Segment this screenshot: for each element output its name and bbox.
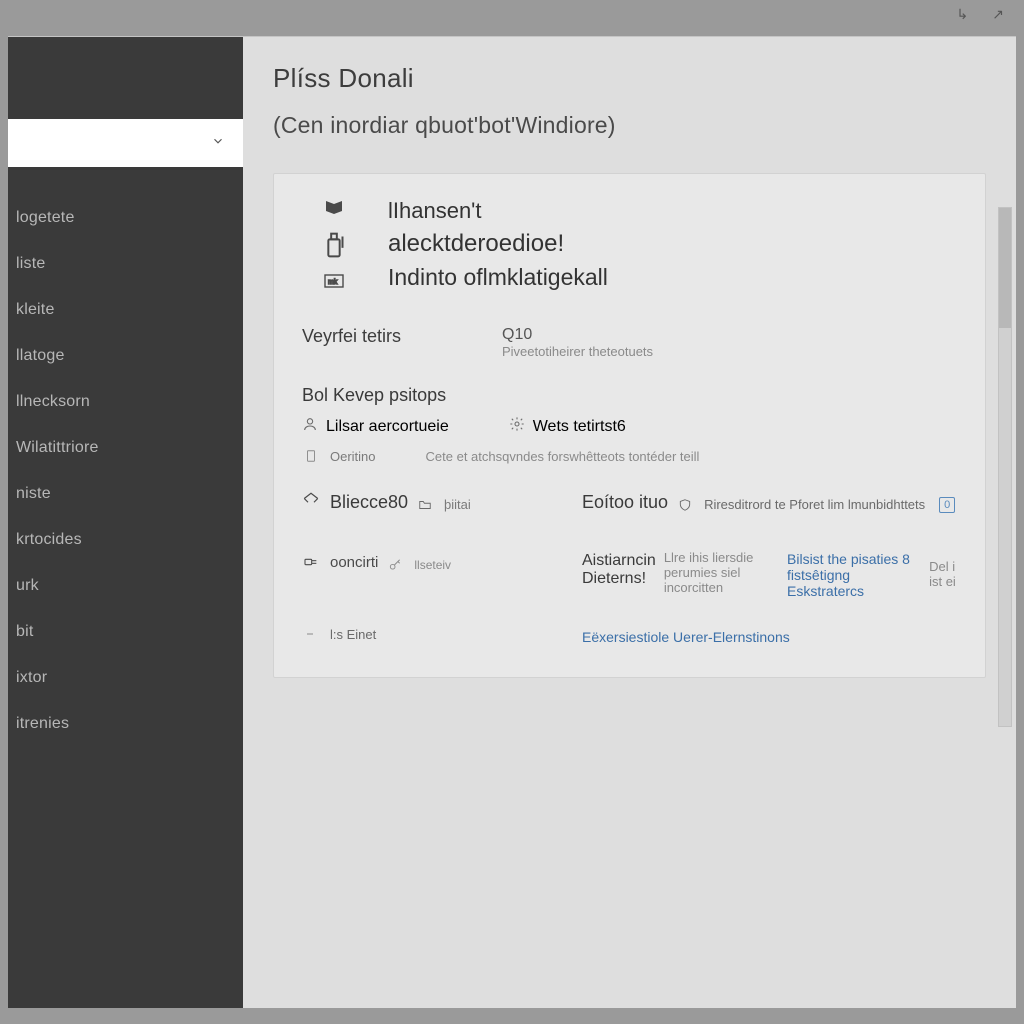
- person-icon: [302, 416, 318, 437]
- document-icon: [302, 447, 320, 465]
- version-row: Veyrfei tetirs Q10 Piveetotiheirer thete…: [302, 326, 957, 359]
- repo-sub-label: Oeritino: [330, 449, 376, 464]
- hero-row: mk lIhansen't alecktderoedioe! Indinto o…: [302, 198, 957, 292]
- sidebar-item-3[interactable]: llatoge: [8, 333, 243, 379]
- version-note: Piveetotiheirer theteotuets: [502, 344, 653, 359]
- footer-left-sub: þiitai: [416, 496, 471, 514]
- sidebar-item-label: urk: [16, 577, 39, 595]
- last-right-link[interactable]: Eёxersiestiole Uerer-Elernstinons: [582, 629, 790, 645]
- advanced-left-row: ooncirti: [302, 553, 378, 571]
- advanced-left-subrow: llseteiv: [386, 556, 451, 574]
- footer-left-title: Bliecce80: [330, 492, 408, 513]
- advanced-title: Aistiarncin Dieterns!: [582, 552, 656, 588]
- sidebar: logetete liste kleite llatoge llnecksorn…: [8, 37, 243, 1008]
- flag-icon: [320, 198, 348, 222]
- last-left: l:s Einet: [302, 625, 376, 643]
- sidebar-item-label: Wilatittriore: [16, 439, 99, 457]
- repo-left-label: Lilsar aercortueie: [326, 418, 449, 436]
- scrollbar-thumb[interactable]: [999, 208, 1011, 328]
- footer-right-sub-label: Riresditrord te Pforet lim lmunbidhttets: [704, 497, 925, 512]
- repo-sub-desc: Cete et atchsqvndes forswhêtteots tontéd…: [426, 449, 700, 464]
- page-subtitle: (Сen inordiar qbuot'bot'Windiore): [273, 112, 986, 139]
- main-content: Plíss Donali (Сen inordiar qbuot'bot'Win…: [243, 37, 1016, 1008]
- dash-icon: [302, 625, 320, 643]
- info-panel: mk lIhansen't alecktderoedioe! Indinto o…: [273, 173, 986, 678]
- badge-count: 0: [939, 497, 955, 513]
- advanced-left-sub-label: llseteiv: [414, 558, 451, 572]
- sidebar-item-label: itrenies: [16, 715, 69, 733]
- sidebar-item-7[interactable]: krtocides: [8, 517, 243, 563]
- key-icon: [386, 556, 404, 574]
- last-section: l:s Einet Eёxersiestiole Uerer-Elernstin…: [302, 625, 957, 649]
- footer-left-title-row: Bliecce80: [302, 491, 408, 514]
- advanced-section: ooncirti llseteiv Aistiarn: [302, 550, 957, 599]
- repo-subrow: Oeritino Cete et atchsqvndes forswhêtteo…: [302, 447, 957, 465]
- app-window: logetete liste kleite llatoge llnecksorn…: [8, 36, 1016, 1008]
- sidebar-item-label: bit: [16, 623, 34, 641]
- folder-icon: [416, 496, 434, 514]
- plug-icon: [302, 553, 320, 571]
- footer-section: Bliecce80 þiitai Eoítoo it: [302, 491, 957, 524]
- hero-text: lIhansen't alecktderoedioe! Indinto oflm…: [388, 198, 608, 292]
- advanced-right-link[interactable]: Bilsist the pisaties 8 fistsêtigng Eskst…: [787, 551, 921, 599]
- hero-icon-stack: mk: [302, 198, 366, 292]
- sidebar-item-label: logetete: [16, 209, 75, 227]
- sidebar-item-10[interactable]: ixtor: [8, 655, 243, 701]
- sidebar-item-label: liste: [16, 255, 45, 273]
- sidebar-item-label: llatoge: [16, 347, 65, 365]
- hero-line3: Indinto oflmklatigekall: [388, 264, 608, 291]
- window-controls: ↳ ↗: [957, 6, 1004, 23]
- sidebar-item-8[interactable]: urk: [8, 563, 243, 609]
- sidebar-item-1[interactable]: liste: [8, 241, 243, 287]
- sidebar-item-label: kleite: [16, 301, 55, 319]
- sidebar-item-9[interactable]: bit: [8, 609, 243, 655]
- repo-row: Lilsar aercortueie Wets tetirtst6: [302, 416, 957, 437]
- scrollbar[interactable]: [998, 207, 1012, 727]
- sidebar-item-label: krtocides: [16, 531, 82, 549]
- sidebar-item-2[interactable]: kleite: [8, 287, 243, 333]
- sidebar-item-5[interactable]: Wilatittriore: [8, 425, 243, 471]
- sidebar-item-label: ixtor: [16, 669, 47, 687]
- sidebar-item-label: llnecksorn: [16, 393, 90, 411]
- chevron-down-icon: [211, 134, 225, 153]
- bottle-icon: [317, 228, 351, 262]
- footer-left-sub-label: þiitai: [444, 497, 471, 512]
- hero-line1: lIhansen't: [388, 198, 608, 224]
- sidebar-item-4[interactable]: llnecksorn: [8, 379, 243, 425]
- shield-icon: [676, 496, 694, 514]
- svg-text:mk: mk: [328, 279, 338, 286]
- hero-line2: alecktderoedioe!: [388, 230, 608, 258]
- advanced-right-line3: Del i ist ei: [929, 559, 957, 589]
- version-value: Q10: [502, 326, 653, 344]
- box-icon: mk: [319, 268, 349, 292]
- sidebar-item-11[interactable]: itrenies: [8, 701, 243, 747]
- last-left-label: l:s Einet: [330, 627, 376, 642]
- window-control-b[interactable]: ↗: [992, 6, 1004, 23]
- advanced-right-line1: Llre ihis liersdie perumies siel incorci…: [664, 550, 779, 595]
- advanced-left-label: ooncirti: [330, 554, 378, 571]
- sidebar-item-6[interactable]: niste: [8, 471, 243, 517]
- page-title: Plíss Donali: [273, 63, 986, 94]
- footer-right-sub: Riresditrord te Pforet lim lmunbidhttets…: [676, 496, 955, 514]
- gear-icon: [509, 416, 525, 437]
- version-label: Veyrfei tetirs: [302, 326, 472, 347]
- repo-title: Bol Kevep psitops: [302, 385, 957, 406]
- repo-right-label: Wets tetirtst6: [533, 418, 626, 436]
- footer-right-title: Eoítoo ituo: [582, 492, 668, 513]
- repo-section: Bol Kevep psitops Lilsar aercortueie: [302, 385, 957, 465]
- sidebar-item-label: niste: [16, 485, 51, 503]
- sidebar-item-0[interactable]: logetete: [8, 195, 243, 241]
- window-control-a[interactable]: ↳: [957, 6, 969, 23]
- sidebar-selected-row[interactable]: [8, 119, 243, 167]
- tag-icon: [302, 491, 320, 514]
